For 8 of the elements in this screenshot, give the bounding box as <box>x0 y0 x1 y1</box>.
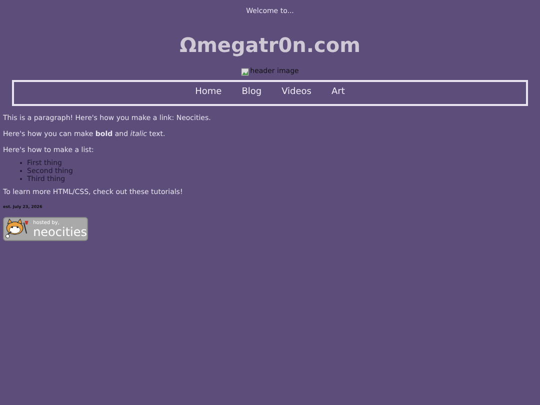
nav-link[interactable]: Art <box>332 86 345 100</box>
nav-link[interactable]: Videos <box>282 86 312 100</box>
cat-icon <box>4 218 32 240</box>
nav-link[interactable]: Home <box>195 86 222 100</box>
nav-link[interactable]: Blog <box>242 86 262 100</box>
site-title: Ωmegatr0n.com <box>180 33 360 57</box>
badge-brand: neocities <box>33 226 87 238</box>
broken-image-icon <box>241 68 250 76</box>
